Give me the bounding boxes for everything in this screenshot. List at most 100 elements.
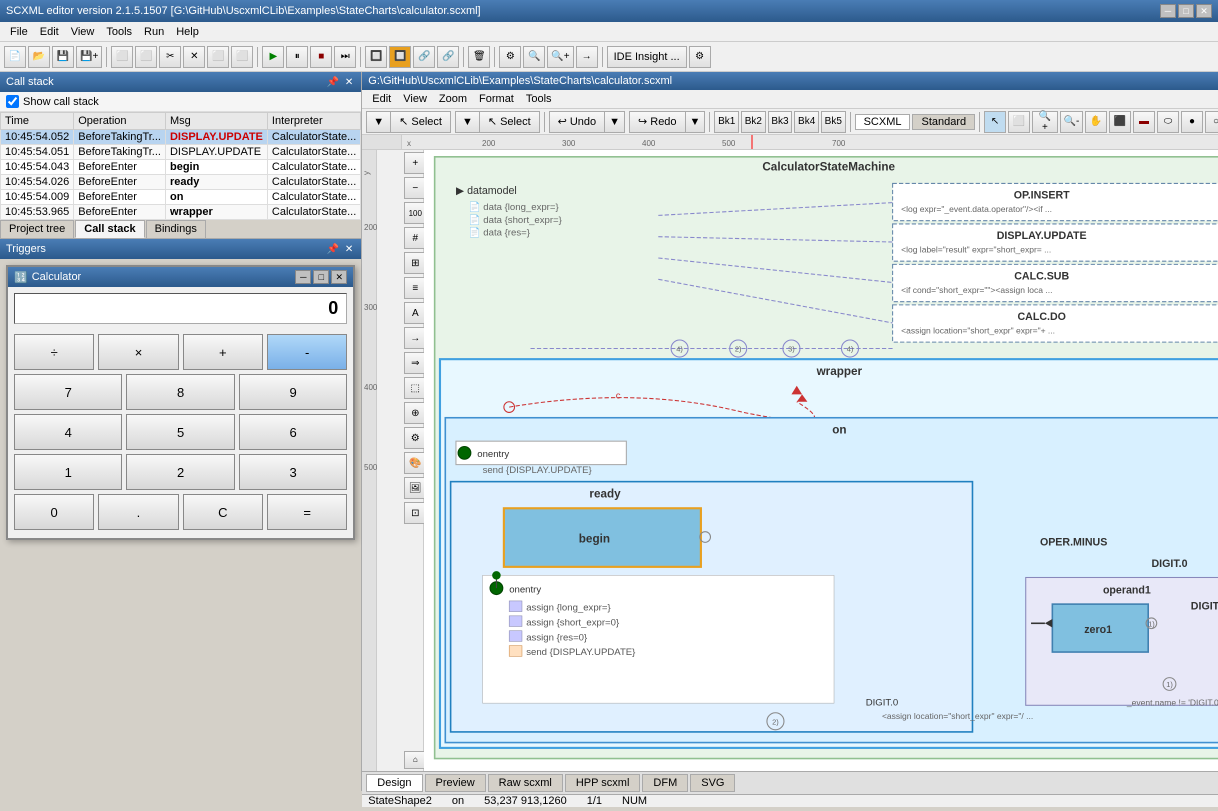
zoom-out-tool[interactable]: 🔍-: [1060, 111, 1083, 133]
tb-icon-1[interactable]: 🔲: [365, 46, 387, 68]
side-zoom-in[interactable]: +: [404, 152, 426, 174]
fit-tool[interactable]: ⬛: [1109, 111, 1131, 133]
select-button-1[interactable]: ↖ Select: [391, 112, 450, 132]
side-font[interactable]: A: [404, 302, 426, 324]
menu-view[interactable]: View: [65, 25, 101, 39]
tb-icon-7[interactable]: 🔍+: [547, 46, 573, 68]
side-group[interactable]: ⬚: [404, 377, 426, 399]
play-button[interactable]: ▶: [262, 46, 284, 68]
calc-1[interactable]: 1: [14, 454, 122, 490]
side-align[interactable]: ≡: [404, 277, 426, 299]
close-button[interactable]: ✕: [1196, 4, 1212, 18]
bk4-button[interactable]: Bk4: [794, 111, 819, 133]
bk3-button[interactable]: Bk3: [768, 111, 793, 133]
tb-icon-2[interactable]: 🔲: [389, 46, 411, 68]
side-expand[interactable]: ⊕: [404, 402, 426, 424]
arrow-tool[interactable]: ↖: [984, 111, 1006, 133]
select-button-2[interactable]: ↖ Select: [480, 112, 539, 132]
side-grid[interactable]: #: [404, 227, 426, 249]
calc-maximize[interactable]: □: [313, 270, 329, 284]
calc-3[interactable]: 3: [239, 454, 347, 490]
tb-btn-x[interactable]: ✕: [183, 46, 205, 68]
rect-tool[interactable]: ▬: [1133, 111, 1155, 133]
diag-menu-view[interactable]: View: [397, 92, 433, 106]
calc-divide[interactable]: ÷: [14, 334, 94, 370]
delete-button[interactable]: 🗑: [468, 46, 490, 68]
pan-tool[interactable]: ✋: [1085, 111, 1107, 133]
ring-tool[interactable]: ○: [1205, 111, 1218, 133]
side-connect2[interactable]: ⇒: [404, 352, 426, 374]
tb-icon-8[interactable]: →: [576, 46, 598, 68]
tab-bindings[interactable]: Bindings: [146, 220, 206, 238]
minimize-button[interactable]: ─: [1160, 4, 1176, 18]
tab-raw-scxml[interactable]: Raw scxml: [488, 774, 563, 792]
ellipse-tool[interactable]: ⬭: [1157, 111, 1179, 133]
calc-minus[interactable]: -: [267, 334, 347, 370]
calc-4[interactable]: 4: [14, 414, 122, 450]
bk2-button[interactable]: Bk2: [741, 111, 766, 133]
tab-hpp-scxml[interactable]: HPP scxml: [565, 774, 641, 792]
side-color[interactable]: 🎨: [404, 452, 426, 474]
tab-preview[interactable]: Preview: [425, 774, 486, 792]
side-fit[interactable]: ⊡: [404, 502, 426, 524]
bk1-button[interactable]: Bk1: [714, 111, 739, 133]
next-button[interactable]: ⏭: [334, 46, 356, 68]
tb-icon-6[interactable]: 🔍: [523, 46, 545, 68]
side-prop[interactable]: ⚙: [404, 427, 426, 449]
diag-menu-edit[interactable]: Edit: [366, 92, 397, 106]
zoom-in-tool[interactable]: 🔍+: [1032, 111, 1058, 133]
ide-settings-button[interactable]: ⚙: [689, 46, 711, 68]
save-all-button[interactable]: 💾+: [76, 46, 102, 68]
tb-btn-9[interactable]: ⬜: [231, 46, 253, 68]
diag-menu-tools[interactable]: Tools: [520, 92, 558, 106]
tab-project-tree[interactable]: Project tree: [0, 220, 74, 238]
circle-tool[interactable]: ●: [1181, 111, 1203, 133]
menu-tools[interactable]: Tools: [100, 25, 138, 39]
tab-call-stack[interactable]: Call stack: [75, 220, 144, 238]
diag-menu-zoom[interactable]: Zoom: [433, 92, 473, 106]
side-zoom-out[interactable]: −: [404, 177, 426, 199]
calc-clear[interactable]: C: [183, 494, 263, 530]
tb-btn-7[interactable]: ✂: [159, 46, 181, 68]
redo-arrow[interactable]: ▼: [686, 112, 705, 132]
calc-dot[interactable]: .: [98, 494, 178, 530]
calc-7[interactable]: 7: [14, 374, 122, 410]
side-connect[interactable]: →: [404, 327, 426, 349]
side-zoom-percent[interactable]: 100: [404, 202, 426, 224]
open-button[interactable]: 📂: [28, 46, 50, 68]
calc-9[interactable]: 9: [239, 374, 347, 410]
diag-menu-format[interactable]: Format: [473, 92, 520, 106]
redo-button[interactable]: ↪ Redo: [630, 112, 686, 132]
close-panel-button[interactable]: ✕: [343, 77, 355, 88]
tab-design[interactable]: Design: [366, 774, 422, 792]
calc-close[interactable]: ✕: [331, 270, 347, 284]
show-call-stack-checkbox[interactable]: [6, 95, 19, 108]
tb-icon-4[interactable]: 🔗: [437, 46, 459, 68]
ide-insight-button[interactable]: IDE Insight ...: [607, 46, 687, 68]
save-button[interactable]: 💾: [52, 46, 74, 68]
pin-icon[interactable]: 📌: [324, 77, 340, 88]
calc-8[interactable]: 8: [126, 374, 234, 410]
select-area-tool[interactable]: ⬜: [1008, 111, 1030, 133]
tb-icon-3[interactable]: 🔗: [413, 46, 435, 68]
calc-equals[interactable]: =: [267, 494, 347, 530]
canvas-container[interactable]: CalculatorStateMachine ▶ datamodel 📄 dat…: [424, 150, 1218, 771]
tab-dfm[interactable]: DFM: [642, 774, 688, 792]
tb-btn-8[interactable]: ⬜: [207, 46, 229, 68]
menu-edit[interactable]: Edit: [34, 25, 65, 39]
calc-plus[interactable]: +: [183, 334, 263, 370]
side-home[interactable]: ⌂: [404, 751, 426, 769]
select-arrow-icon-2[interactable]: ▼: [456, 112, 480, 132]
undo-button[interactable]: ↩ Undo: [550, 112, 606, 132]
bk5-button[interactable]: Bk5: [821, 111, 846, 133]
calc-0[interactable]: 0: [14, 494, 94, 530]
calc-2[interactable]: 2: [126, 454, 234, 490]
scxml-tab[interactable]: SCXML: [855, 114, 911, 130]
stop-button[interactable]: ■: [310, 46, 332, 68]
calc-multiply[interactable]: ×: [98, 334, 178, 370]
calc-6[interactable]: 6: [239, 414, 347, 450]
calc-minimize[interactable]: ─: [295, 270, 311, 284]
standard-tab[interactable]: Standard: [912, 114, 975, 130]
menu-file[interactable]: File: [4, 25, 34, 39]
menu-help[interactable]: Help: [170, 25, 205, 39]
